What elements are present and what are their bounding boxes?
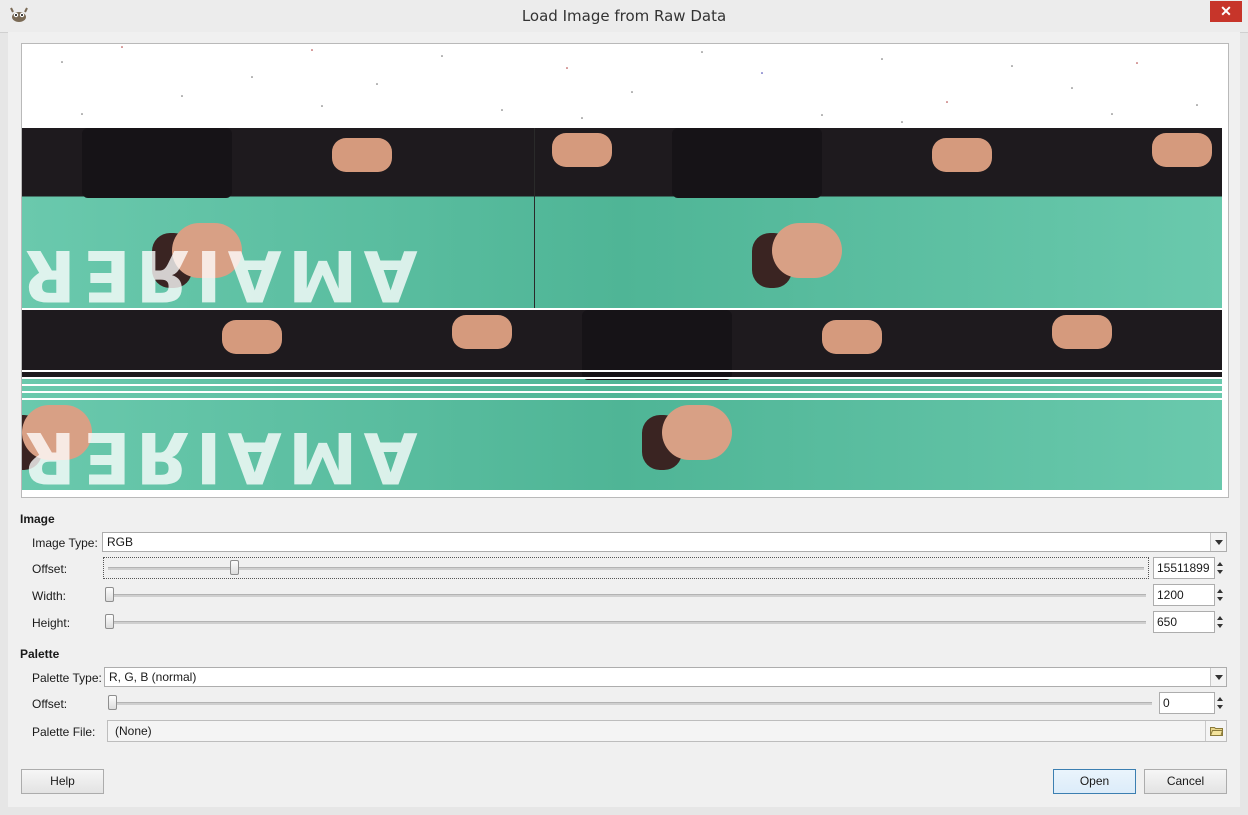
image-type-value: RGB	[107, 535, 134, 549]
width-label: Width:	[32, 589, 67, 603]
width-input[interactable]: 1200	[1153, 584, 1215, 606]
image-offset-thumb[interactable]	[230, 560, 239, 575]
image-offset-label: Offset:	[32, 562, 68, 576]
folder-open-icon[interactable]	[1205, 721, 1227, 741]
image-offset-spin[interactable]	[1216, 557, 1226, 579]
chevron-down-icon	[1210, 533, 1226, 551]
watermark-text: ЯƎRIAMA	[22, 234, 424, 308]
window-title: Load Image from Raw Data	[521, 7, 727, 25]
image-type-select[interactable]: RGB	[102, 532, 1227, 552]
preview-image: ЯƎRIAMA ЯƎRIAMA	[21, 43, 1229, 498]
height-slider-thumb[interactable]	[105, 614, 114, 629]
help-button-label: Help	[50, 774, 75, 788]
close-icon: ✕	[1220, 3, 1232, 19]
image-offset-slider[interactable]	[103, 557, 1149, 579]
preview-strip-2: ЯƎRIAMA	[22, 310, 1222, 490]
palette-offset-spin[interactable]	[1216, 692, 1226, 714]
palette-offset-thumb[interactable]	[108, 695, 117, 710]
palette-file-value: (None)	[115, 724, 152, 738]
chevron-down-icon	[1210, 668, 1226, 686]
palette-type-select[interactable]: R, G, B (normal)	[104, 667, 1227, 687]
watermark-text-2: ЯƎRIAMA	[22, 416, 424, 490]
help-button[interactable]: Help	[21, 769, 104, 794]
height-spin[interactable]	[1216, 611, 1226, 633]
preview-strip-1: ЯƎRIAMA	[22, 128, 1222, 308]
palette-file-label: Palette File:	[32, 725, 96, 739]
image-offset-input[interactable]: 15511899	[1153, 557, 1215, 579]
height-input[interactable]: 650	[1153, 611, 1215, 633]
palette-type-value: R, G, B (normal)	[109, 670, 197, 684]
palette-section-title: Palette	[20, 647, 60, 661]
palette-type-label: Palette Type:	[32, 671, 102, 685]
height-slider[interactable]	[106, 621, 1146, 624]
palette-offset-label: Offset:	[32, 697, 68, 711]
width-slider[interactable]	[106, 594, 1146, 597]
image-section-title: Image	[20, 512, 55, 526]
image-type-label: Image Type:	[32, 536, 98, 550]
width-slider-thumb[interactable]	[105, 587, 114, 602]
palette-offset-slider[interactable]	[110, 702, 1152, 705]
width-spin[interactable]	[1216, 584, 1226, 606]
open-button-label: Open	[1079, 774, 1110, 788]
close-button[interactable]: ✕	[1210, 1, 1242, 22]
palette-file-chooser[interactable]: (None)	[107, 720, 1227, 742]
palette-offset-input[interactable]: 0	[1159, 692, 1215, 714]
noise-area	[61, 46, 1198, 123]
cancel-button-label: Cancel	[1166, 774, 1205, 788]
open-button[interactable]: Open	[1053, 769, 1136, 794]
height-label: Height:	[32, 616, 71, 630]
cancel-button[interactable]: Cancel	[1144, 769, 1227, 794]
title-bar: Load Image from Raw Data ✕	[0, 0, 1248, 33]
